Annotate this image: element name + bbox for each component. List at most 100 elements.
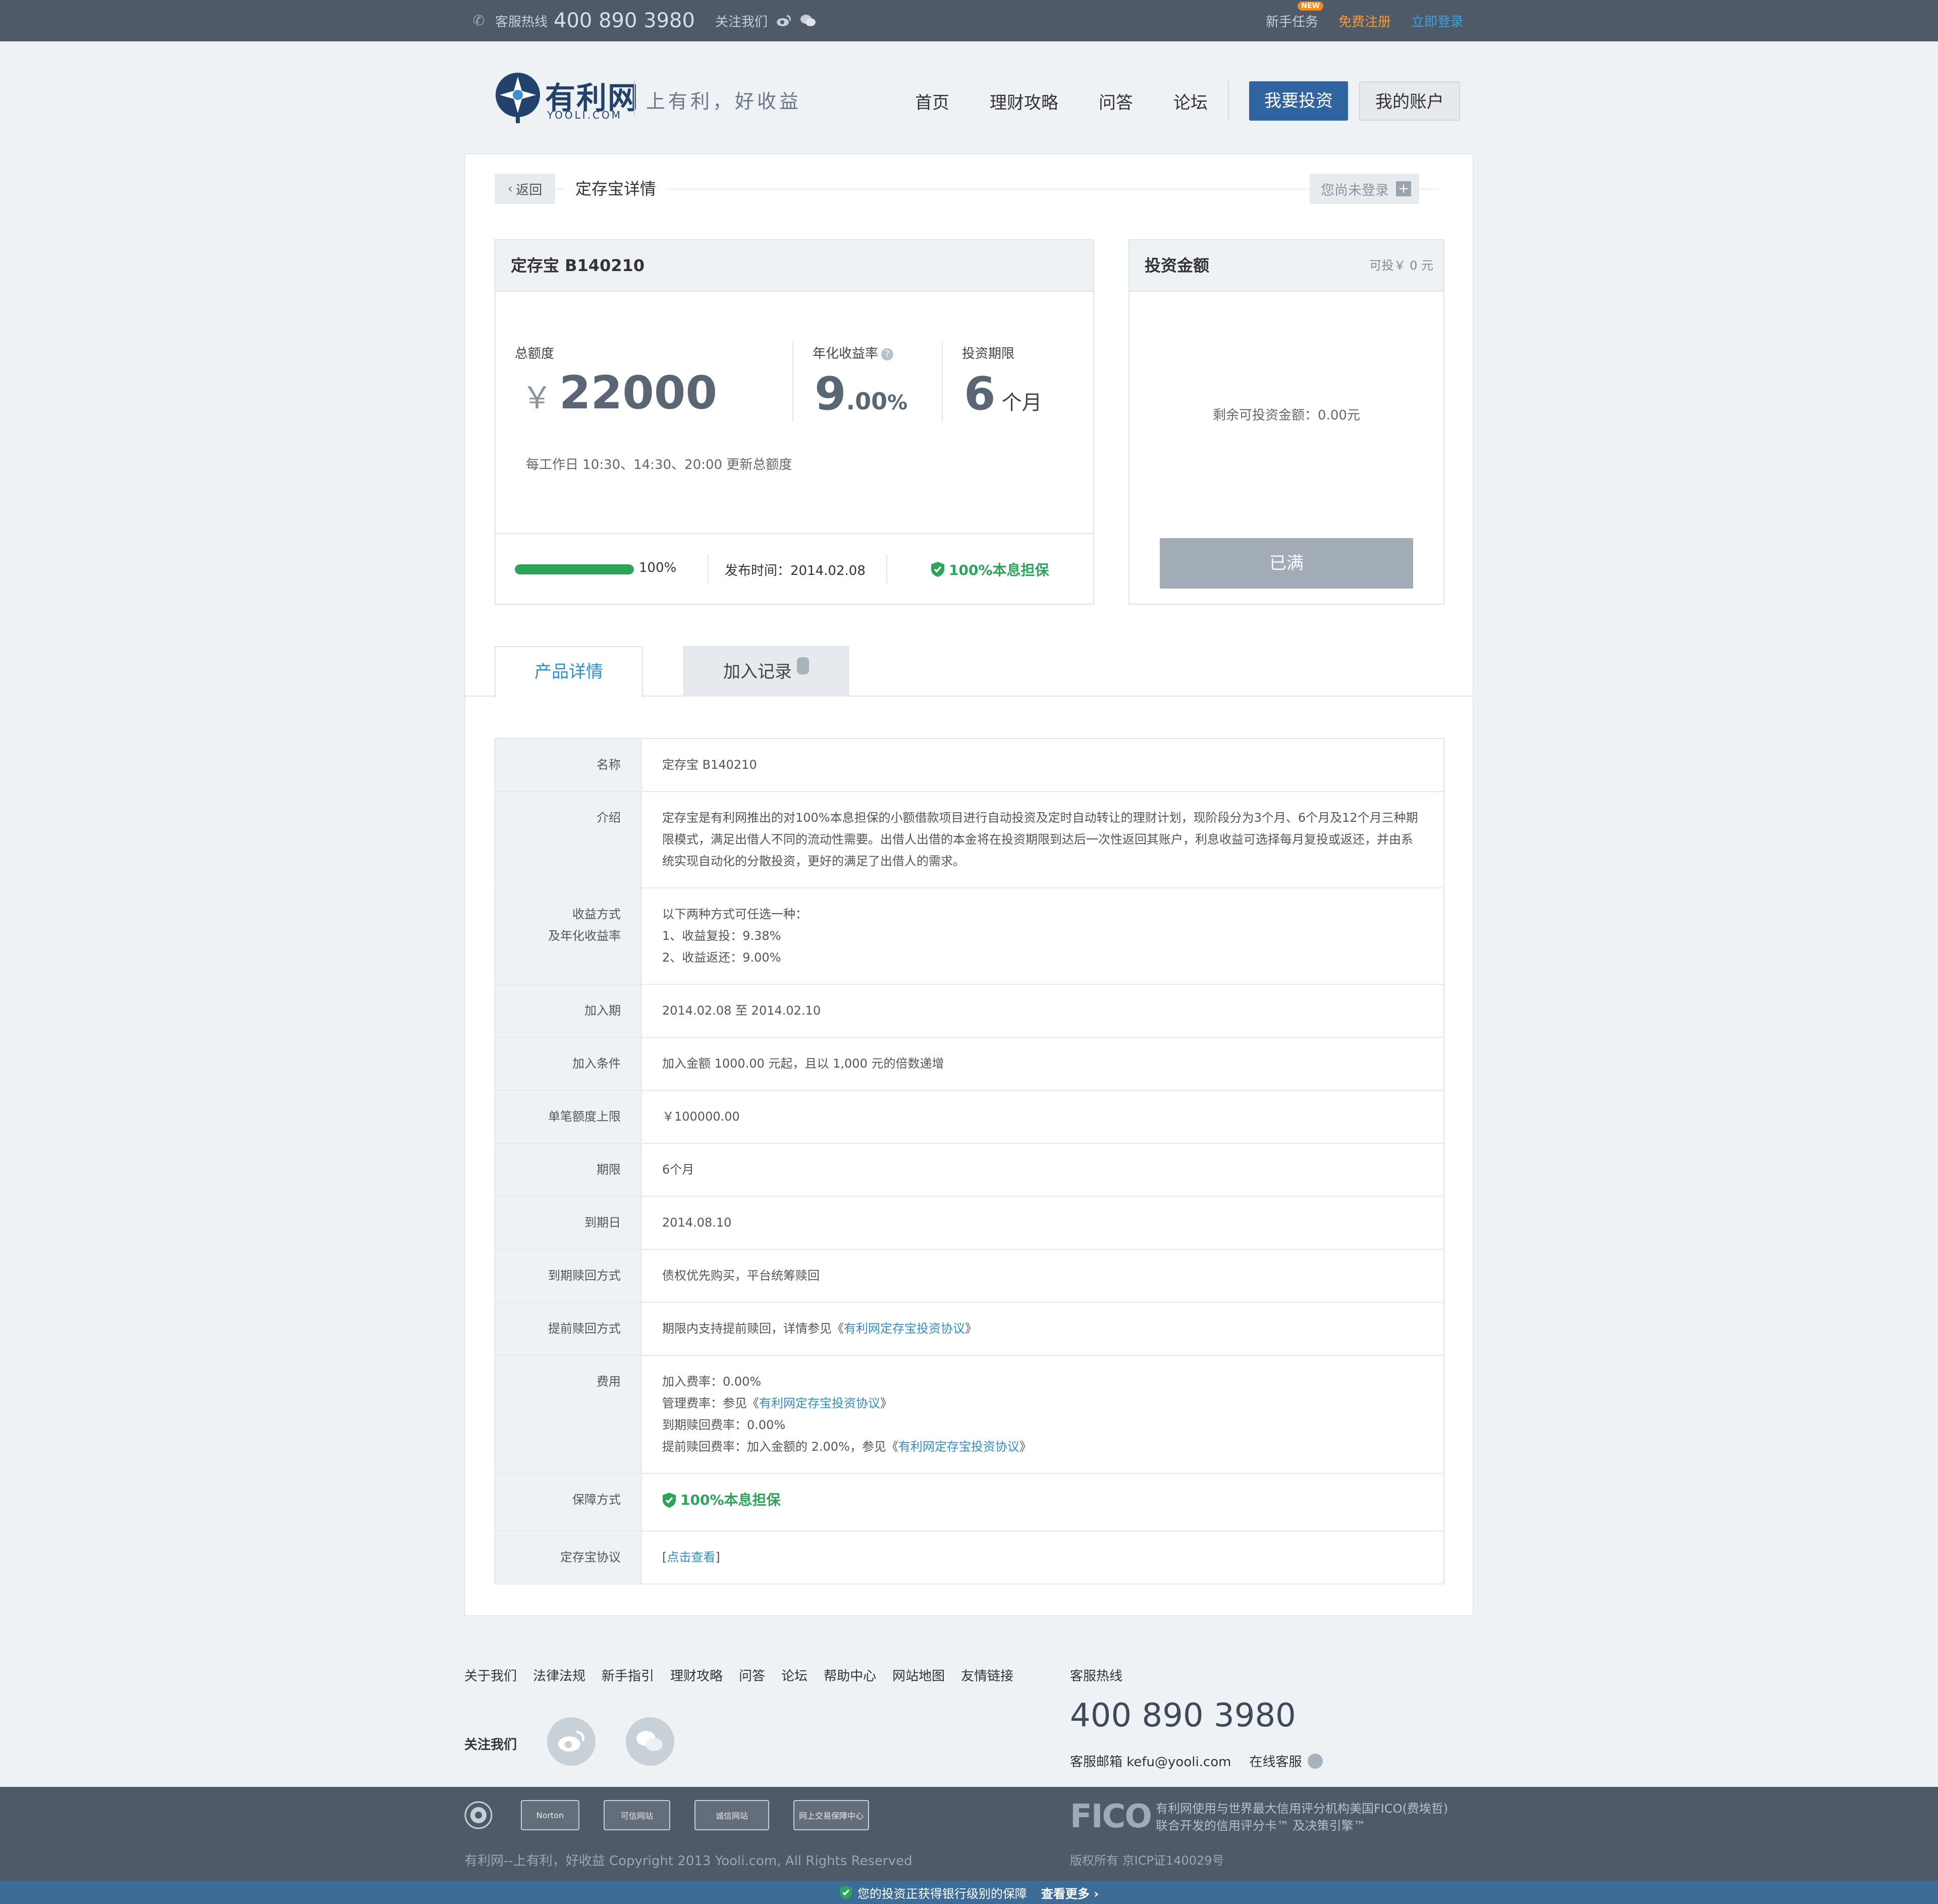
footer-link-sitemap[interactable]: 网站地图 [892, 1666, 945, 1684]
page-title: 定存宝详情 [565, 174, 667, 204]
tab-join-records[interactable]: 加入记录 [683, 646, 849, 697]
row-value: 债权优先购买，平台统筹赎回 [641, 1249, 1444, 1303]
guarantee-label: 100%本息担保 [949, 562, 1049, 578]
nav-finance-guide[interactable]: 理财攻略 [990, 89, 1058, 114]
fee-text: 提前赎回费率：加入金额的 2.00%，参见《 [662, 1440, 898, 1454]
progress-bar [515, 564, 634, 574]
table-row: 费用 加入费率：0.00% 管理费率：参见《有利网定存宝投资协议》 到期赎回费率… [495, 1355, 1444, 1474]
logo-subtext: YOOLI.COM [547, 109, 622, 121]
login-link[interactable]: 立即登录 [1411, 12, 1464, 30]
footer-weibo-button[interactable] [547, 1717, 596, 1766]
total-amount: ￥ 22000 [522, 366, 717, 419]
top-bar-right: 新手任务 NEW 免费注册 立即登录 [1246, 0, 1464, 41]
agreement-link[interactable]: 有利网定存宝投资协议 [759, 1396, 880, 1410]
footer-link-about[interactable]: 关于我们 [464, 1666, 517, 1684]
table-row: 保障方式 100%本息担保 [495, 1473, 1444, 1531]
fee-line: 到期赎回费率：0.00% [662, 1418, 786, 1432]
table-row: 单笔额度上限 ￥100000.00 [495, 1090, 1444, 1144]
copyright: 有利网--上有利，好收益 Copyright 2013 Yooli.com, A… [464, 1854, 912, 1869]
rate-label-wrap: 年化收益率? [813, 343, 894, 362]
term-label: 投资期限 [962, 346, 1015, 361]
row-key: 保障方式 [495, 1473, 642, 1531]
seal-icon[interactable] [464, 1801, 493, 1829]
row-value: [点击查看] [641, 1530, 1444, 1584]
logo-slogan: 上有利，好收益 [646, 90, 802, 113]
site-logo[interactable]: 有利网 YOOLI.COM 上有利，好收益 [494, 71, 806, 126]
agreement-link[interactable]: 有利网定存宝投资协议 [898, 1440, 1019, 1454]
investment-term: 6 个月 [964, 367, 1042, 420]
product-card-footer: 100% 发布时间：2014.02.08 100%本息担保 [496, 533, 1093, 605]
footer-links: 关于我们 法律法规 新手指引 理财攻略 问答 论坛 帮助中心 网站地图 友情链接 [464, 1666, 1030, 1684]
weibo-icon [558, 1730, 584, 1752]
row-key: 费用 [495, 1355, 642, 1474]
publish-date: 发布时间：2014.02.08 [725, 563, 866, 578]
nav-qa[interactable]: 问答 [1099, 89, 1133, 114]
footer-link-strategy[interactable]: 理财攻略 [670, 1666, 723, 1684]
tab-product-details[interactable]: 产品详情 [495, 646, 643, 698]
badge-trade-protection[interactable]: 网上交易保障中心 [793, 1800, 869, 1830]
early-redeem-text: 期限内支持提前赎回，详情参见《 [662, 1321, 844, 1336]
progress-fill [515, 564, 634, 574]
badge-norton[interactable]: Norton [521, 1800, 579, 1830]
footer-link-qa[interactable]: 问答 [739, 1666, 765, 1684]
top-bar-left: ✆ 客服热线 400 890 3980 关注我们 [473, 0, 816, 41]
view-agreement-link[interactable]: 点击查看 [667, 1550, 715, 1564]
logo-divider [634, 80, 635, 115]
bracket-open: [ [662, 1550, 667, 1564]
footer-link-help[interactable]: 帮助中心 [824, 1666, 876, 1684]
shield-check-icon [663, 1492, 676, 1508]
product-name: 定存宝 B140210 [496, 240, 1093, 292]
hotline-number: 400 890 3980 [554, 9, 695, 32]
stat-divider [942, 341, 943, 422]
intro-line: 统实现自动化的分散投资，更好的满足了出借人的需求。 [662, 854, 965, 868]
nav-forum[interactable]: 论坛 [1173, 89, 1208, 114]
see-more-link[interactable]: 查看更多 › [1041, 1884, 1099, 1901]
close-quote: 》 [1019, 1440, 1032, 1454]
chat-icon[interactable] [1308, 1753, 1323, 1769]
row-key: 期限 [495, 1143, 642, 1197]
income-line: 以下两种方式可任选一种： [662, 907, 807, 921]
login-prompt[interactable]: 您尚未登录 + [1310, 174, 1419, 204]
account-nav-button[interactable]: 我的账户 [1359, 81, 1460, 121]
row-value: 2014.08.10 [641, 1196, 1444, 1250]
sold-out-button[interactable]: 已满 [1160, 538, 1413, 589]
back-label: 返回 [516, 182, 543, 198]
agreement-link[interactable]: 有利网定存宝投资协议 [844, 1321, 965, 1336]
row-key-line: 收益方式 [572, 907, 621, 921]
row-key: 名称 [495, 738, 642, 792]
icp-license: 版权所有 京ICP证140029号 [1070, 1854, 1224, 1868]
badge-integrity-site[interactable]: 诚信网站 [694, 1800, 769, 1830]
register-link[interactable]: 免费注册 [1338, 12, 1391, 30]
breadcrumb: ‹ 返回 定存宝详情 您尚未登录 + [495, 174, 1438, 204]
row-key: 加入条件 [495, 1037, 642, 1091]
help-icon[interactable]: ? [881, 348, 894, 360]
footer-link-forum[interactable]: 论坛 [781, 1666, 807, 1684]
footer-link-friends[interactable]: 友情链接 [961, 1666, 1013, 1684]
weibo-icon[interactable] [776, 14, 792, 28]
footer-hotline-label: 客服热线 [1070, 1669, 1123, 1684]
main-nav: 首页 理财攻略 问答 论坛 我要投资 我的账户 [895, 81, 1460, 121]
nav-home[interactable]: 首页 [915, 89, 949, 114]
badge-trusted-site[interactable]: 可信网站 [604, 1800, 670, 1830]
guarantee-badge: 100%本息担保 [662, 1489, 781, 1511]
wechat-icon[interactable] [800, 14, 816, 28]
top-bar: ✆ 客服热线 400 890 3980 关注我们 新手任务 NEW 免费注册 立… [0, 0, 1938, 41]
logo-mark-icon [496, 73, 540, 123]
fico-text: 有利网使用与世界最大信用评分机构美国FICO(费埃哲) 联合开发的信用评分卡™ … [1156, 1800, 1448, 1834]
fee-line: 管理费率：参见《有利网定存宝投资协议》 [662, 1393, 1423, 1414]
rate-decimal: .00 [846, 388, 888, 415]
back-button[interactable]: ‹ 返回 [495, 174, 555, 204]
hotline-label: 客服热线 [495, 14, 548, 30]
online-service-link[interactable]: 在线客服 [1249, 1752, 1302, 1770]
row-key: 介绍 [495, 791, 642, 888]
footer-link-legal[interactable]: 法律法规 [533, 1666, 585, 1684]
row-key-line: 及年化收益率 [548, 929, 621, 943]
newbie-task-link[interactable]: 新手任务 NEW [1266, 1, 1323, 30]
row-key: 到期赎回方式 [495, 1249, 642, 1303]
footer-email: 客服邮箱 kefu@yooli.com [1070, 1755, 1231, 1770]
footer-link-guide[interactable]: 新手指引 [602, 1666, 654, 1684]
income-line: 1、收益复投：9.38% [662, 929, 781, 943]
chevron-left-icon: ‹ [507, 181, 513, 196]
invest-nav-button[interactable]: 我要投资 [1249, 81, 1348, 121]
footer-wechat-button[interactable] [626, 1717, 674, 1766]
